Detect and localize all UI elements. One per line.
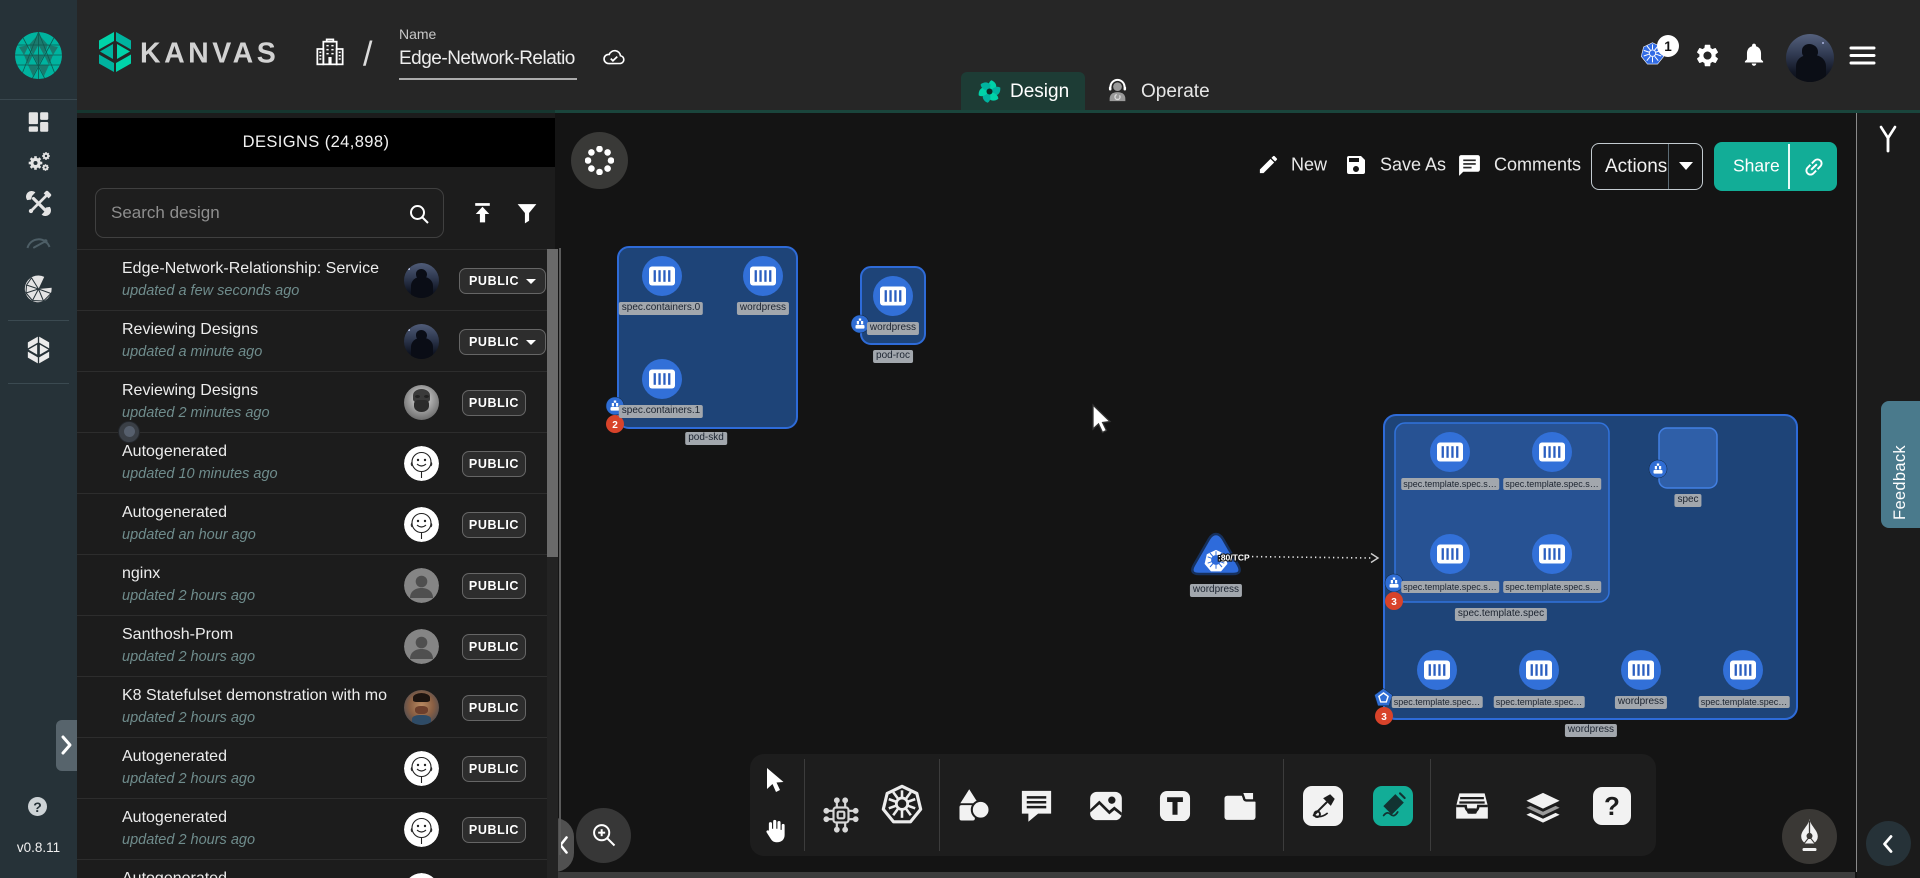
svg-text::80/TCP: :80/TCP bbox=[1218, 553, 1250, 563]
svg-text:3: 3 bbox=[1391, 597, 1397, 608]
svg-text:2: 2 bbox=[612, 420, 618, 431]
svg-text:3: 3 bbox=[1381, 712, 1387, 723]
